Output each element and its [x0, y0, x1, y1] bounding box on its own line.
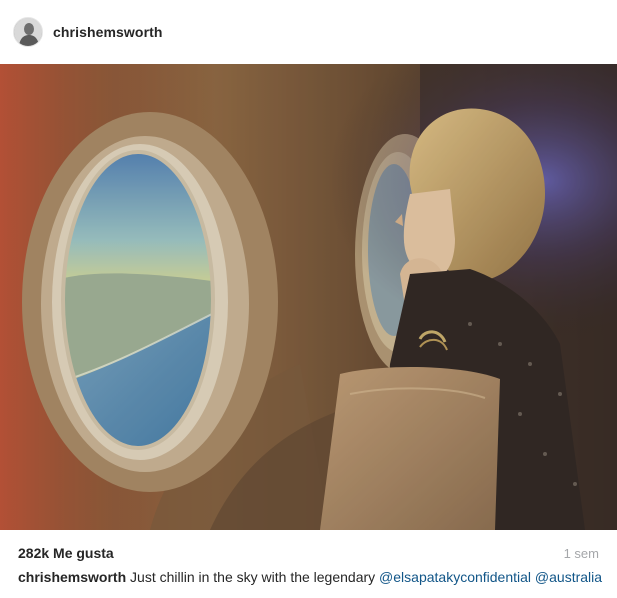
caption-text: Just chillin in the sky with the legenda… [130, 569, 376, 585]
post-caption: chrishemsworth Just chillin in the sky w… [18, 569, 608, 585]
post-photo[interactable] [0, 64, 617, 530]
post-author-username[interactable]: chrishemsworth [53, 24, 163, 40]
mention-link[interactable]: @elsapatakyconfidential [379, 569, 531, 585]
instagram-post: chrishemsworth 282k Me gusta 1 sem chris… [0, 0, 617, 598]
caption-username[interactable]: chrishemsworth [18, 569, 126, 585]
post-timestamp[interactable]: 1 sem [564, 546, 599, 561]
likes-count[interactable]: 282k Me gusta [18, 545, 114, 561]
mention-link[interactable]: @australia [535, 569, 602, 585]
profile-avatar-icon[interactable] [13, 17, 43, 47]
post-header: chrishemsworth [0, 0, 617, 64]
